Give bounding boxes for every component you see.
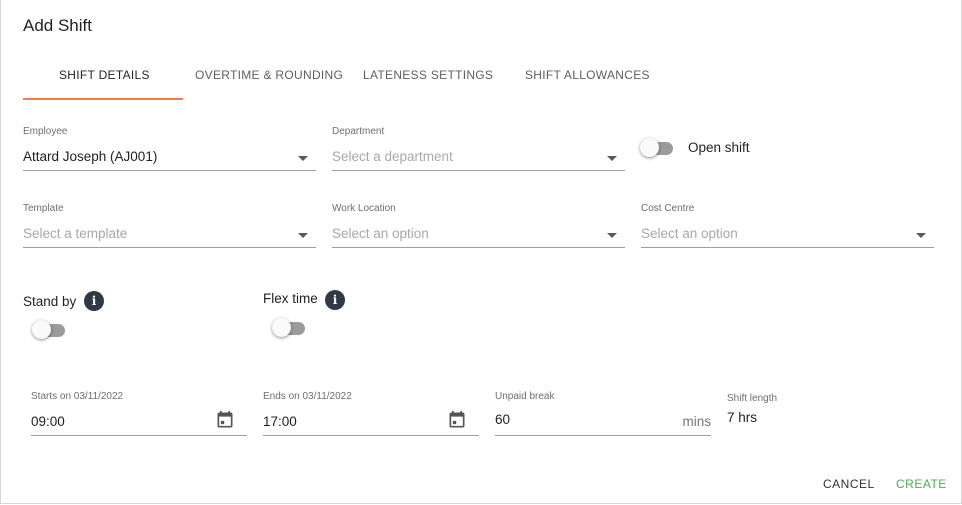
dialog-title: Add Shift bbox=[23, 16, 92, 35]
employee-label: Employee bbox=[23, 126, 68, 137]
chevron-down-icon bbox=[916, 233, 926, 238]
employee-select[interactable]: Attard Joseph (AJ001) bbox=[23, 146, 316, 171]
department-select[interactable]: Select a department bbox=[332, 146, 625, 171]
chevron-down-icon bbox=[298, 156, 308, 161]
end-time-value: 17:00 bbox=[263, 414, 297, 429]
toggle-knob bbox=[640, 138, 659, 157]
stand-by-toggle[interactable] bbox=[32, 320, 68, 340]
open-shift-toggle[interactable] bbox=[640, 138, 676, 158]
calendar-icon[interactable] bbox=[215, 410, 235, 430]
shift-length-value: 7 hrs bbox=[727, 410, 758, 425]
template-placeholder: Select a template bbox=[23, 226, 128, 241]
work-location-label: Work Location bbox=[332, 203, 396, 214]
department-label: Department bbox=[332, 126, 385, 137]
toggle-knob bbox=[32, 320, 51, 339]
employee-value: Attard Joseph (AJ001) bbox=[23, 149, 158, 164]
info-icon[interactable]: i bbox=[325, 290, 345, 310]
unpaid-break-suffix: mins bbox=[682, 414, 711, 429]
department-placeholder: Select a department bbox=[332, 149, 453, 164]
cancel-button[interactable]: CANCEL bbox=[823, 477, 875, 491]
work-location-select[interactable]: Select an option bbox=[332, 223, 625, 248]
chevron-down-icon bbox=[607, 233, 617, 238]
cost-centre-label: Cost Centre bbox=[641, 203, 695, 214]
create-button[interactable]: CREATE bbox=[896, 477, 947, 491]
toggle-knob bbox=[272, 318, 291, 337]
ends-on-label: Ends on 03/11/2022 bbox=[263, 391, 352, 402]
open-shift-label: Open shift bbox=[688, 140, 750, 155]
cost-centre-placeholder: Select an option bbox=[641, 226, 738, 241]
unpaid-break-field[interactable]: mins bbox=[495, 409, 711, 436]
template-select[interactable]: Select a template bbox=[23, 223, 316, 248]
tab-shift-allowances[interactable]: SHIFT ALLOWANCES bbox=[525, 68, 650, 82]
flex-time-label: Flex time bbox=[263, 291, 318, 306]
shift-length-label: Shift length bbox=[727, 393, 778, 404]
unpaid-break-input[interactable] bbox=[495, 412, 645, 427]
start-time-field[interactable]: 09:00 bbox=[31, 409, 247, 436]
starts-on-label: Starts on 03/11/2022 bbox=[31, 391, 124, 402]
calendar-icon[interactable] bbox=[447, 410, 467, 430]
unpaid-break-label: Unpaid break bbox=[495, 391, 555, 402]
chevron-down-icon bbox=[607, 156, 617, 161]
tab-overtime-rounding[interactable]: OVERTIME & ROUNDING bbox=[195, 68, 343, 82]
info-icon[interactable]: i bbox=[84, 291, 104, 311]
add-shift-dialog: Add Shift SHIFT DETAILS OVERTIME & ROUND… bbox=[0, 0, 962, 504]
active-tab-indicator bbox=[23, 98, 183, 100]
work-location-placeholder: Select an option bbox=[332, 226, 429, 241]
start-time-value: 09:00 bbox=[31, 414, 65, 429]
tab-lateness-settings[interactable]: LATENESS SETTINGS bbox=[363, 68, 493, 82]
chevron-down-icon bbox=[298, 233, 308, 238]
cost-centre-select[interactable]: Select an option bbox=[641, 223, 934, 248]
stand-by-label: Stand by bbox=[23, 294, 77, 309]
tab-shift-details[interactable]: SHIFT DETAILS bbox=[59, 68, 150, 82]
template-label: Template bbox=[23, 203, 64, 214]
flex-time-toggle[interactable] bbox=[272, 318, 308, 338]
end-time-field[interactable]: 17:00 bbox=[263, 409, 479, 436]
